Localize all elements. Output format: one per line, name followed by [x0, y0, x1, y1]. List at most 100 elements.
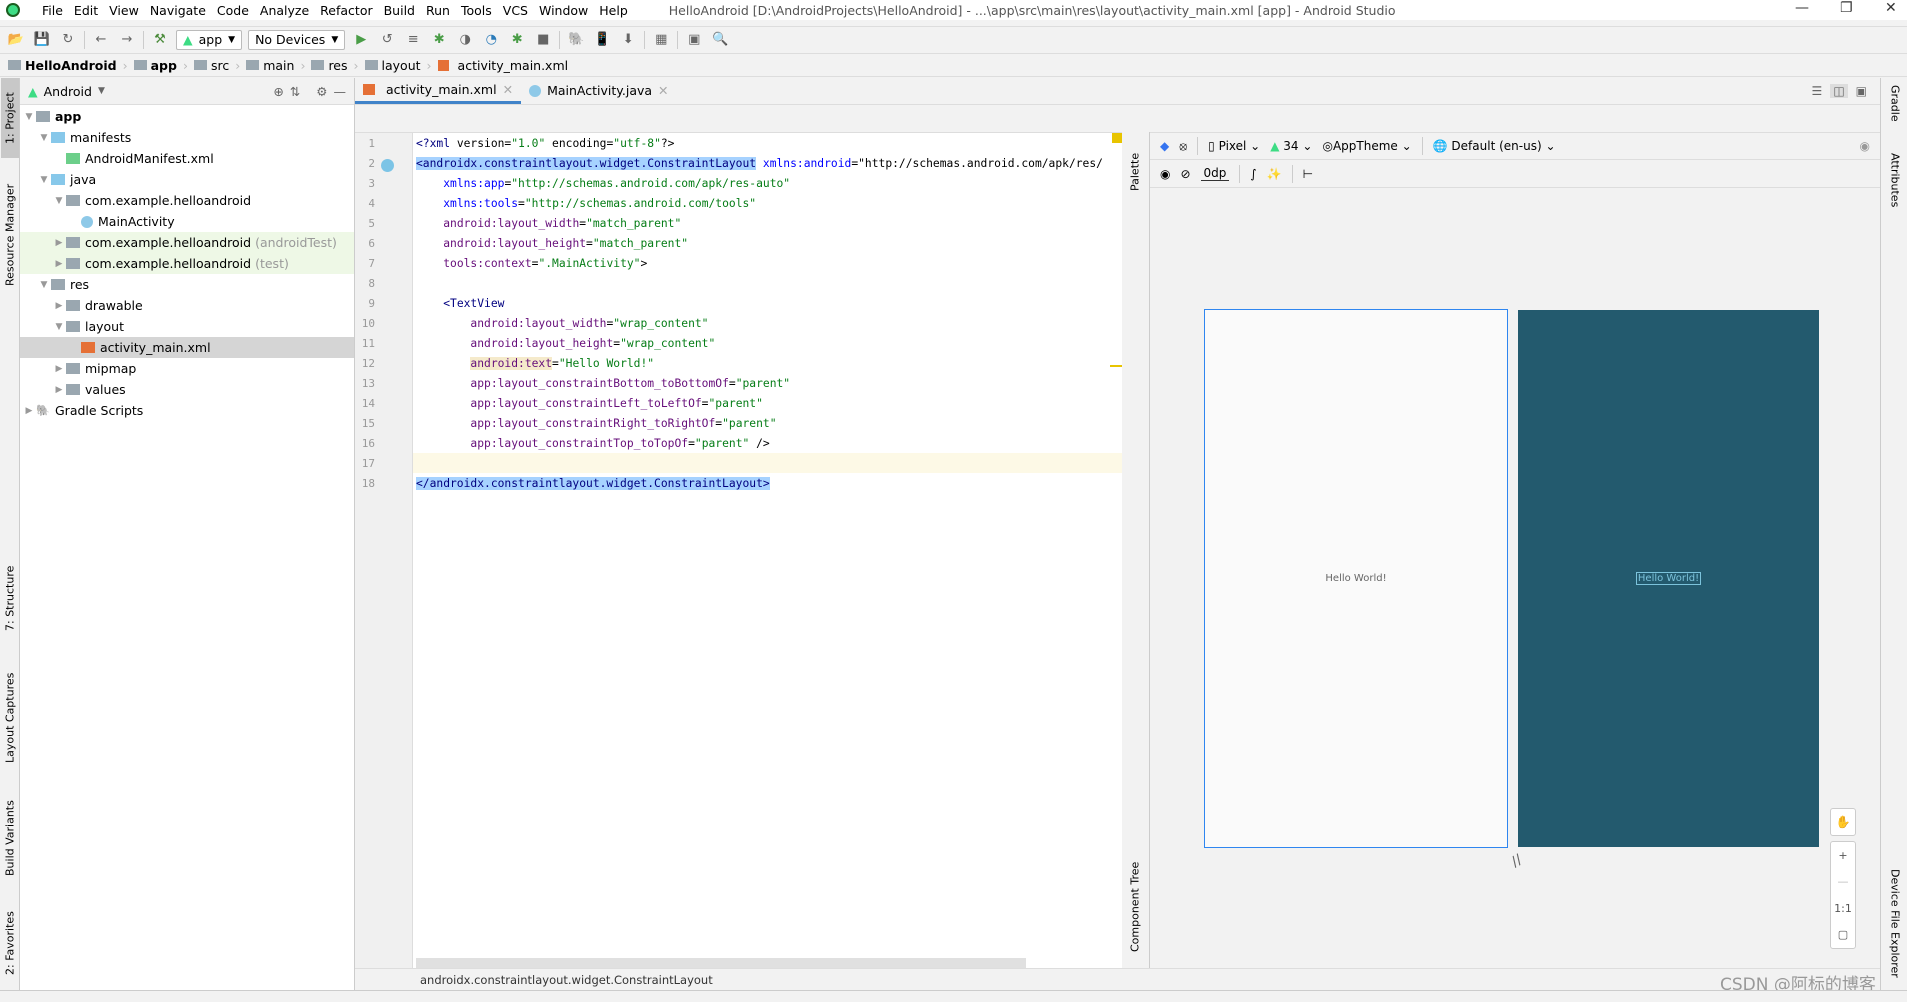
zoom-reset-button[interactable]: 1:1	[1834, 902, 1852, 915]
tree-item[interactable]: ▶ drawable	[20, 295, 354, 316]
code-line[interactable]: android:layout_width="match_parent"	[416, 214, 681, 234]
tree-item[interactable]: ▶ com.example.helloandroid (androidTest)	[20, 232, 354, 253]
expand-toggle-icon[interactable]: ▼	[37, 133, 51, 143]
breadcrumb-item[interactable]: app	[133, 58, 177, 73]
rerun-icon[interactable]: ↺	[377, 31, 397, 49]
resize-handle[interactable]: //	[1509, 852, 1525, 871]
menu-edit[interactable]: Edit	[74, 3, 98, 18]
code-line[interactable]: xmlns:tools="http://schemas.android.com/…	[416, 194, 756, 214]
api-select[interactable]: ▲ 34 ⌄	[1270, 139, 1312, 153]
guidelines-icon[interactable]: ⊢	[1303, 167, 1313, 181]
theme-select[interactable]: ◎AppTheme ⌄	[1322, 139, 1411, 153]
save-icon[interactable]: 💾	[32, 31, 52, 49]
clear-constraints-icon[interactable]: ∫	[1250, 167, 1256, 181]
breadcrumb-item[interactable]: activity_main.xml	[437, 58, 568, 73]
locate-icon[interactable]: ⊕	[273, 84, 283, 99]
tree-item[interactable]: ▼ manifests	[20, 127, 354, 148]
menu-build[interactable]: Build	[384, 3, 415, 18]
code-line[interactable]: android:text="Hello World!"	[416, 354, 654, 374]
code-line[interactable]: tools:context=".MainActivity">	[416, 254, 647, 274]
device-select[interactable]: ▯ Pixel ⌄	[1208, 139, 1260, 153]
menu-navigate[interactable]: Navigate	[150, 3, 206, 18]
expand-toggle-icon[interactable]: ▼	[37, 280, 51, 290]
expand-toggle-icon[interactable]: ▶	[52, 364, 66, 374]
debug-icon[interactable]: ✱	[429, 31, 449, 49]
close-tab-icon[interactable]: ✕	[658, 83, 668, 98]
build-hammer-icon[interactable]: ⚒	[150, 31, 170, 49]
coverage-icon[interactable]: ◑	[455, 31, 475, 49]
breadcrumb-item[interactable]: main	[246, 58, 294, 73]
zoom-out-button[interactable]: —	[1838, 875, 1849, 888]
menu-run[interactable]: Run	[426, 3, 450, 18]
code-line[interactable]: </androidx.constraintlayout.widget.Const…	[416, 474, 770, 494]
expand-toggle-icon[interactable]: ▶	[52, 301, 66, 311]
code-line[interactable]: android:layout_height="match_parent"	[416, 234, 688, 254]
code-editor[interactable]: ● 1<?xml version="1.0" encoding="utf-8"?…	[355, 132, 1122, 968]
hide-icon[interactable]: —	[334, 84, 347, 99]
tree-item[interactable]: ▼ com.example.helloandroid	[20, 190, 354, 211]
pan-hand-button[interactable]: ✋	[1830, 808, 1856, 836]
zoom-fit-button[interactable]: ▢	[1838, 928, 1848, 941]
profile-icon[interactable]: ◔	[481, 31, 501, 49]
default-margin-select[interactable]: 0dp	[1200, 166, 1230, 181]
open-icon[interactable]: 📂	[6, 31, 26, 49]
tree-item[interactable]: MainActivity	[20, 211, 354, 232]
breadcrumb-item[interactable]: res	[311, 58, 348, 73]
menu-view[interactable]: View	[109, 3, 139, 18]
infer-constraints-icon[interactable]: ✨	[1267, 167, 1282, 181]
warning-marker[interactable]	[1112, 133, 1122, 143]
code-line[interactable]: app:layout_constraintRight_toRightOf="pa…	[416, 414, 776, 434]
tree-item[interactable]: ▼ res	[20, 274, 354, 295]
tab-device-file-explorer[interactable]: Device File Explorer	[1886, 858, 1904, 988]
menu-window[interactable]: Window	[539, 3, 588, 18]
design-view-icon[interactable]: ▣	[1856, 84, 1867, 98]
tab-layout-captures[interactable]: Layout Captures	[1, 663, 19, 773]
avd-manager-icon[interactable]: 📱	[592, 31, 612, 49]
class-gutter-icon[interactable]	[381, 159, 394, 172]
menu-tools[interactable]: Tools	[461, 3, 492, 18]
tab-resource-manager[interactable]: Resource Manager	[1, 170, 19, 300]
code-line[interactable]: app:layout_constraintBottom_toBottomOf="…	[416, 374, 790, 394]
menu-help[interactable]: Help	[599, 3, 628, 18]
tree-item[interactable]: ▶ mipmap	[20, 358, 354, 379]
tree-item[interactable]: ▼ app	[20, 106, 354, 127]
tab-component-tree[interactable]: Component Tree	[1126, 852, 1144, 962]
tab-attributes[interactable]: Attributes	[1886, 140, 1904, 220]
sync-icon[interactable]: ↻	[58, 31, 78, 49]
project-structure-icon[interactable]: ▦	[651, 31, 671, 49]
expand-toggle-icon[interactable]: ▶	[52, 385, 66, 395]
breadcrumb-item[interactable]: layout	[364, 58, 421, 73]
breadcrumb-item[interactable]: HelloAndroid	[8, 58, 117, 73]
run-config-select[interactable]: ▲ app ▼	[176, 29, 243, 50]
tree-item[interactable]: activity_main.xml	[20, 337, 354, 358]
close-tab-icon[interactable]: ✕	[503, 82, 513, 97]
blueprint-preview[interactable]: Hello World!	[1518, 310, 1819, 847]
close-button[interactable]: ✕	[1885, 0, 1897, 16]
tree-item[interactable]: ▶ 🐘 Gradle Scripts	[20, 400, 354, 421]
breadcrumb-item[interactable]: src	[193, 58, 229, 73]
orientation-icon[interactable]: ⦻	[1179, 139, 1187, 154]
collapse-all-icon[interactable]: ⇅	[290, 84, 300, 99]
tab-project[interactable]: 1: Project	[1, 78, 19, 158]
menu-code[interactable]: Code	[217, 3, 249, 18]
minimize-button[interactable]: —	[1795, 0, 1809, 16]
attach-debugger-icon[interactable]: ✱	[507, 31, 527, 49]
design-surface-icon[interactable]: ◆	[1160, 139, 1169, 153]
expand-toggle-icon[interactable]: ▶	[52, 238, 66, 248]
locale-select[interactable]: 🌐 Default (en-us) ⌄	[1433, 139, 1556, 153]
device-select[interactable]: No Devices ▼	[248, 29, 346, 50]
project-view-select[interactable]: Android	[44, 84, 92, 99]
tab-structure[interactable]: 7: Structure	[1, 558, 19, 638]
code-line[interactable]: xmlns:app="http://schemas.android.com/ap…	[416, 174, 790, 194]
expand-toggle-icon[interactable]: ▼	[22, 112, 36, 122]
tree-item[interactable]: ▼ layout	[20, 316, 354, 337]
warning-stripe[interactable]	[1110, 365, 1122, 367]
blueprint-textview[interactable]: Hello World!	[1635, 572, 1702, 585]
horizontal-scrollbar[interactable]	[416, 958, 1026, 968]
tab-gradle[interactable]: Gradle	[1886, 78, 1904, 128]
code-line[interactable]: app:layout_constraintLeft_toLeftOf="pare…	[416, 394, 762, 414]
terminal-icon[interactable]: ▣	[684, 31, 704, 49]
tab-mainactivity-java[interactable]: MainActivity.java ✕	[521, 77, 676, 104]
expand-toggle-icon[interactable]: ▼	[52, 196, 66, 206]
tree-item[interactable]: ▶ com.example.helloandroid (test)	[20, 253, 354, 274]
